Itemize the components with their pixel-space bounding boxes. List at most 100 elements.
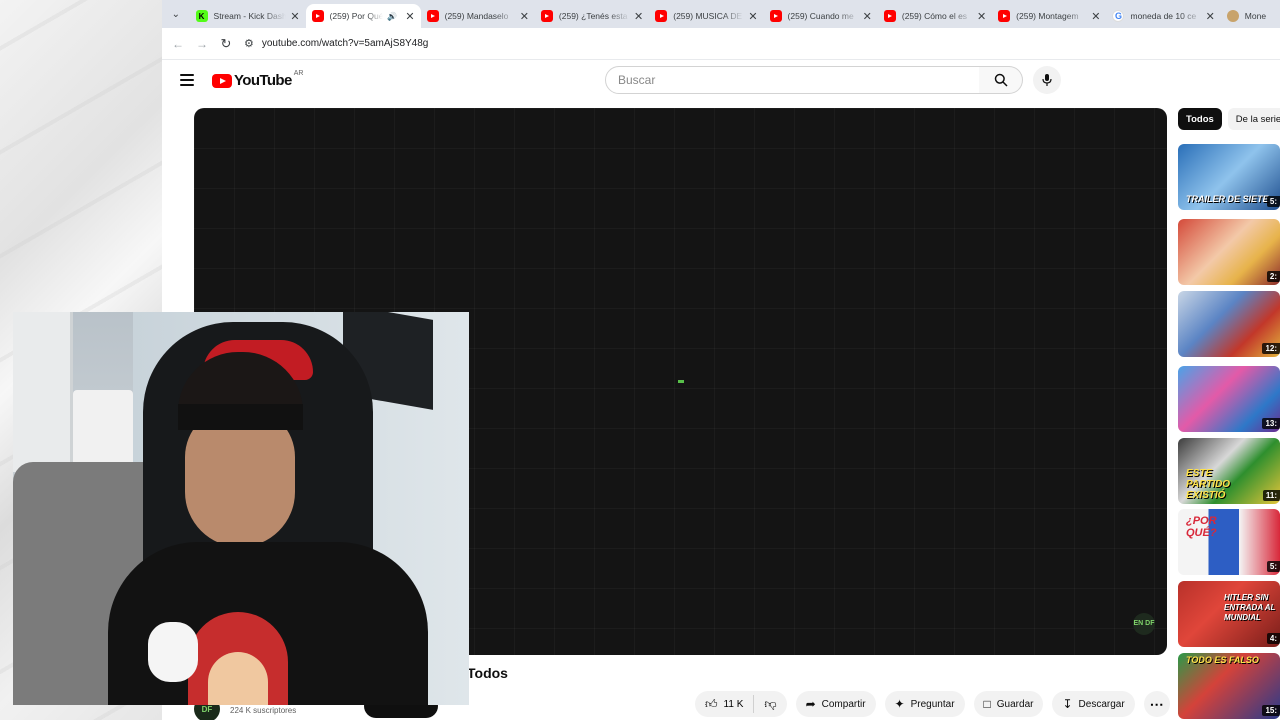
download-button[interactable]: ↧ Descargar <box>1052 691 1135 717</box>
close-icon[interactable]: ✕ <box>634 10 643 23</box>
webcam-shirt-print-face <box>208 652 268 705</box>
recommendation-thumbnail[interactable]: ¿POR QUÉ? 5: <box>1178 509 1280 575</box>
search-input[interactable]: Buscar <box>605 66 980 94</box>
youtube-icon <box>655 10 668 22</box>
video-actions: 👍︎ 11 K 👎︎ ➦ Compartir ✦ Preguntar □ Gua… <box>695 690 1170 718</box>
close-icon[interactable]: ✕ <box>290 10 299 23</box>
ask-label: Preguntar <box>910 698 955 710</box>
browser-toolbar: ← → ↻ ⚙ youtube.com/watch?v=5amAjS8Y48g <box>162 28 1280 60</box>
video-duration: 12: <box>1262 343 1280 354</box>
like-button[interactable]: 👍︎ 11 K <box>695 695 755 713</box>
like-count: 11 K <box>723 698 744 710</box>
filter-chips: Todos De la serie <box>1178 108 1280 130</box>
video-duration: 5: <box>1266 196 1280 207</box>
site-settings-icon[interactable]: ⚙ <box>244 37 254 50</box>
close-icon[interactable]: ✕ <box>748 10 757 23</box>
youtube-icon <box>311 10 324 22</box>
close-icon[interactable]: ✕ <box>405 10 414 23</box>
tab-youtube[interactable]: (259) Montagem ✕ <box>992 4 1106 28</box>
youtube-logo[interactable]: YouTube AR <box>212 70 304 89</box>
chip-all[interactable]: Todos <box>1178 108 1222 130</box>
more-options-icon[interactable]: ⋯ <box>1143 691 1170 717</box>
recommendation-thumbnail[interactable]: HITLER SIN ENTRADA AL MUNDIAL 4: <box>1178 581 1280 647</box>
channel-watermark[interactable]: EN DF <box>1133 613 1155 635</box>
close-icon[interactable]: ✕ <box>520 10 529 23</box>
thumbs-up-icon: 👍︎ <box>705 696 718 711</box>
like-dislike-group: 👍︎ 11 K 👎︎ <box>695 691 787 717</box>
webcam-shirt-print-glove <box>148 622 198 682</box>
tab-title: (259) ¿Tenés esta <box>558 11 628 21</box>
youtube-icon <box>540 10 553 22</box>
tab-title: (259) Montagem <box>1016 11 1079 21</box>
tab-youtube[interactable]: (259) Cómo el es ✕ <box>878 4 992 28</box>
tab-youtube[interactable]: (259) Mandaselo ✕ <box>421 4 535 28</box>
download-label: Descargar <box>1078 698 1125 710</box>
dislike-button[interactable]: 👎︎ <box>754 697 786 712</box>
youtube-icon <box>769 10 782 22</box>
share-label: Compartir <box>821 698 866 710</box>
video-duration: 2: <box>1266 271 1280 282</box>
tab-youtube[interactable]: (259) ¿Tenés esta ✕ <box>535 4 649 28</box>
video-duration: 11: <box>1262 490 1280 501</box>
search-icon <box>994 73 1008 87</box>
tab-youtube[interactable]: (259) MUSICA DE ✕ <box>649 4 763 28</box>
tab-kick[interactable]: K Stream - Kick Dashboard ✕ <box>190 4 306 28</box>
webcam-headband <box>178 404 303 430</box>
tab-title: Mone <box>1244 11 1267 21</box>
close-icon[interactable]: ✕ <box>1206 10 1215 23</box>
coin-icon <box>1226 10 1239 22</box>
save-label: Guardar <box>996 698 1034 710</box>
video-duration: 15: <box>1262 705 1280 716</box>
google-icon: G <box>1112 10 1125 22</box>
search-button[interactable] <box>979 66 1023 94</box>
search-placeholder: Buscar <box>618 73 656 87</box>
close-icon[interactable]: ✕ <box>863 10 872 23</box>
tab-title: (259) Cuando me <box>787 11 854 21</box>
share-arrow-icon: ➦ <box>805 697 816 711</box>
tab-title: (259) Mandaselo <box>444 11 509 21</box>
recommendation-thumbnail[interactable]: 13: <box>1178 366 1280 432</box>
tab-coin[interactable]: Mone <box>1221 4 1280 28</box>
youtube-icon <box>998 10 1011 22</box>
tab-title: (259) MUSICA DE <box>673 11 743 21</box>
close-icon[interactable]: ✕ <box>977 10 986 23</box>
tab-youtube-active[interactable]: (259) Por Qué 🔊 ✕ <box>305 4 421 28</box>
tab-youtube[interactable]: (259) Cuando me ✕ <box>764 4 878 28</box>
back-arrow-icon[interactable]: ← <box>166 32 190 56</box>
webcam-bookshelf <box>13 312 73 472</box>
thumbnail-caption: TRAILER DE SIETE <box>1186 194 1269 204</box>
close-icon[interactable]: ✕ <box>1091 10 1100 23</box>
tab-title: (259) Por Qué <box>329 11 384 21</box>
video-title: Todos <box>467 665 508 681</box>
url-text: youtube.com/watch?v=5amAjS8Y48g <box>261 38 429 49</box>
youtube-icon <box>883 10 896 22</box>
recommendation-thumbnail[interactable]: 2: <box>1178 219 1280 285</box>
subscriber-count: 224 K suscriptores <box>230 706 297 715</box>
thumbnail-caption: TODO ES FALSO <box>1186 655 1259 665</box>
thumbnail-caption: ESTE PARTIDO EXISTIÓ <box>1186 468 1231 501</box>
chip-series[interactable]: De la serie <box>1227 108 1280 130</box>
hamburger-menu-icon[interactable] <box>180 74 194 86</box>
recommendation-thumbnail[interactable]: TRAILER DE SIETE 5: <box>1178 144 1280 210</box>
youtube-header: YouTube AR Buscar <box>162 60 1280 104</box>
reload-icon[interactable]: ↻ <box>214 32 238 56</box>
recommendation-thumbnail[interactable]: 12: <box>1178 291 1280 357</box>
recommendation-thumbnail[interactable]: ESTE PARTIDO EXISTIÓ 11: <box>1178 438 1280 504</box>
tab-google[interactable]: G moneda de 10 ce ✕ <box>1106 4 1220 28</box>
save-button[interactable]: □ Guardar <box>973 691 1044 717</box>
tab-title: moneda de 10 ce <box>1130 11 1197 21</box>
address-bar[interactable]: ⚙ youtube.com/watch?v=5amAjS8Y48g <box>244 32 1280 56</box>
forward-arrow-icon[interactable]: → <box>190 32 214 56</box>
ask-button[interactable]: ✦ Preguntar <box>884 691 965 717</box>
share-button[interactable]: ➦ Compartir <box>795 691 876 717</box>
voice-search-button[interactable] <box>1033 66 1061 94</box>
speaker-icon[interactable]: 🔊 <box>387 12 397 21</box>
download-icon: ↧ <box>1062 697 1073 711</box>
loading-indicator <box>678 380 684 383</box>
tab-search-chevron-icon[interactable]: ⌄ <box>162 0 190 28</box>
video-duration: 4: <box>1266 633 1280 644</box>
recommendation-thumbnail[interactable]: TODO ES FALSO 15: <box>1178 653 1280 719</box>
webcam-overlay <box>13 312 469 705</box>
region-code: AR <box>293 70 304 77</box>
tab-title: (259) Cómo el es <box>901 11 968 21</box>
